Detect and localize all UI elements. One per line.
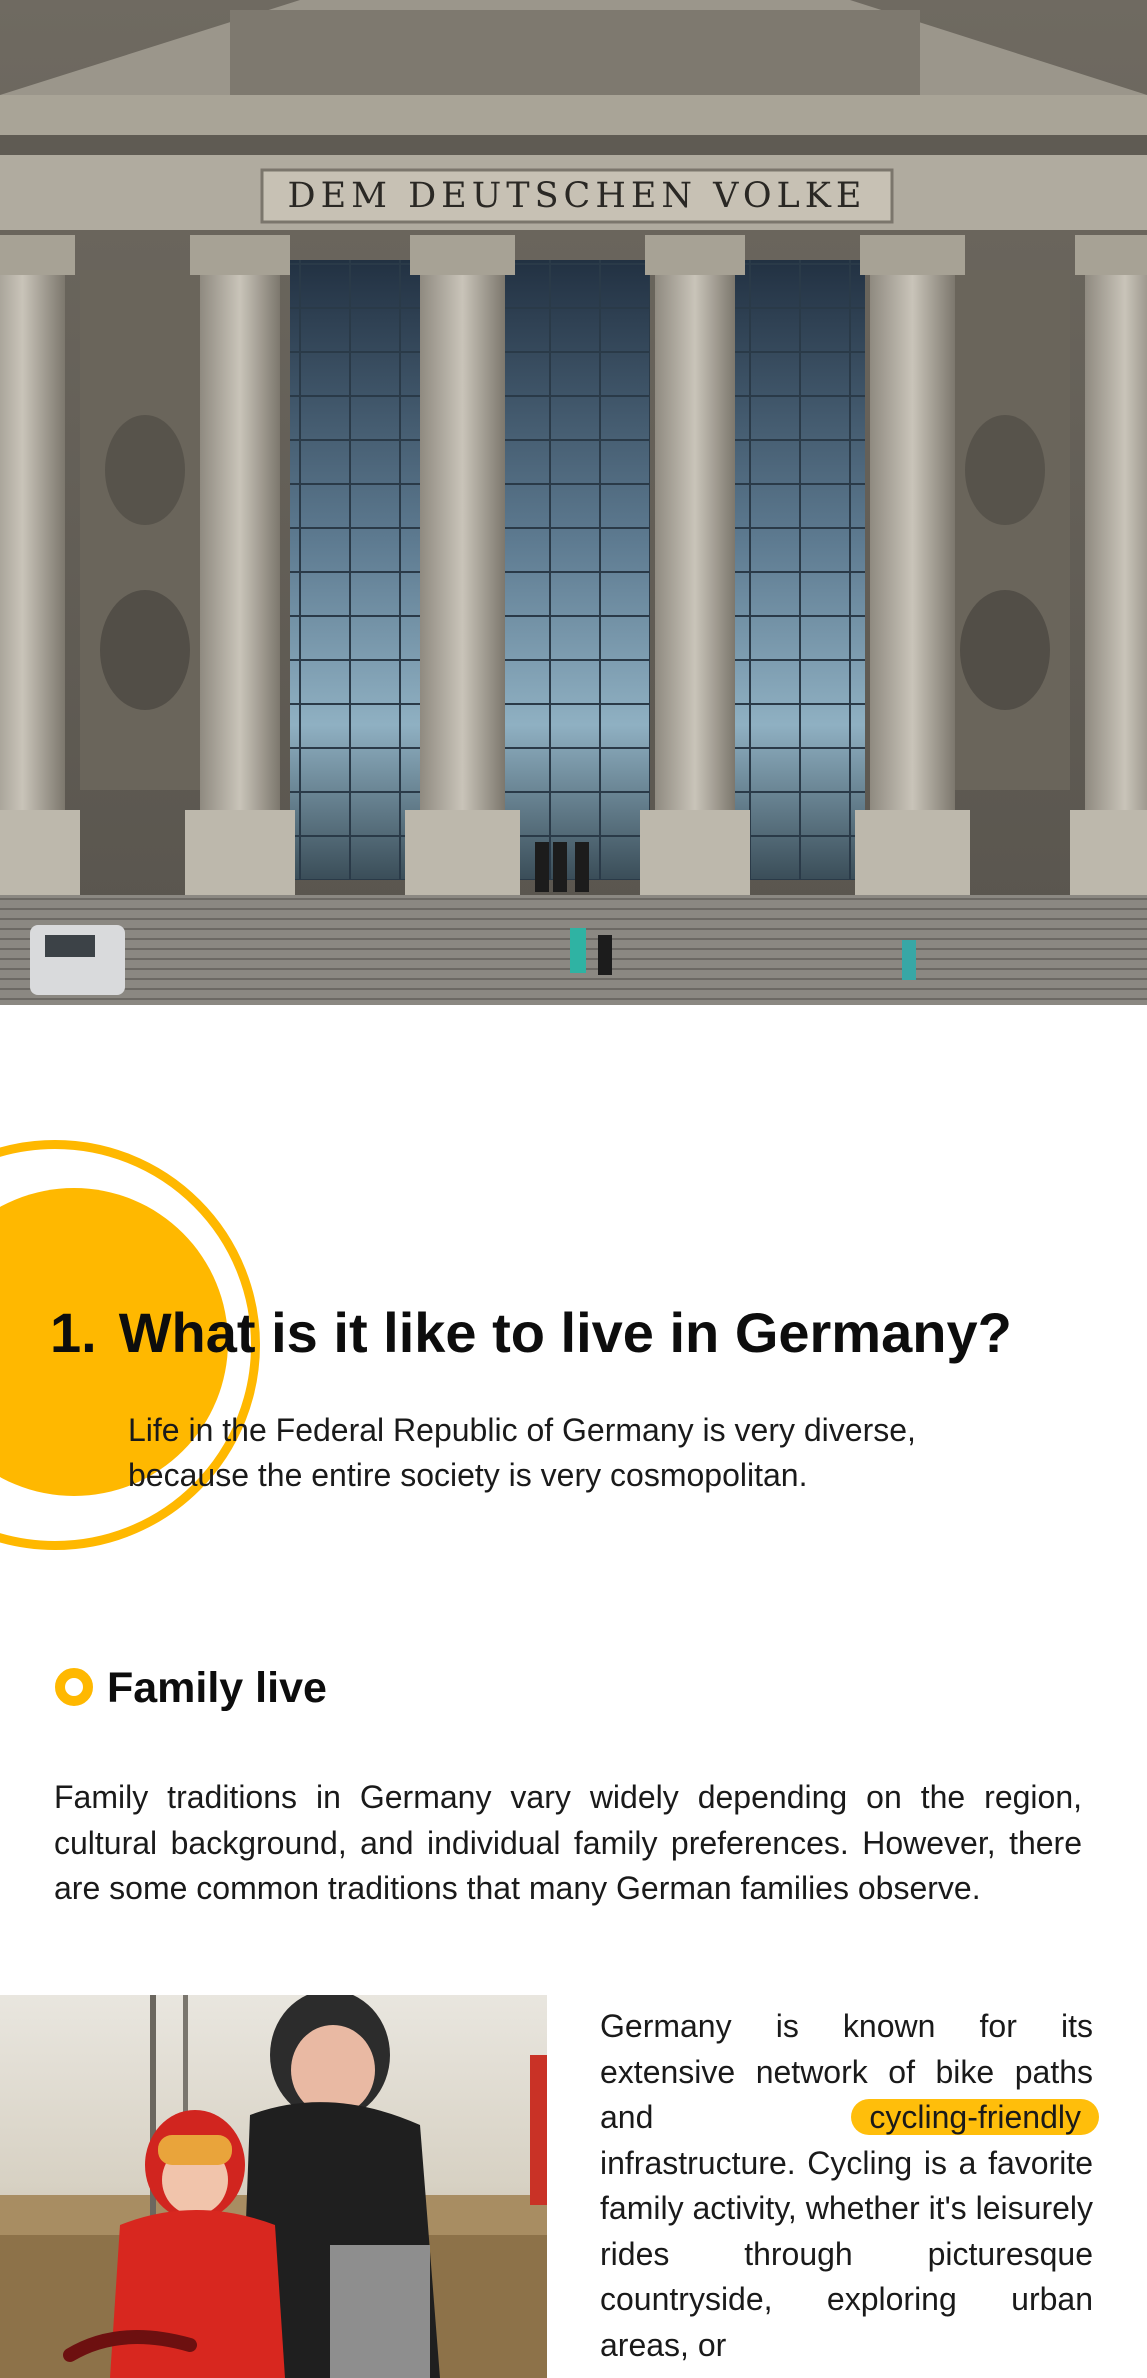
section-lead: Life in the Federal Republic of Germany … — [128, 1412, 916, 1493]
section-title-text: What is it like to live in Germany? — [118, 1301, 1012, 1364]
subsection-paragraph: Family traditions in Germany vary widely… — [54, 1779, 1082, 1906]
subsection-title: Family live — [107, 1664, 327, 1712]
ring-bullet-icon — [55, 1668, 93, 1706]
section-number: 1. — [50, 1301, 97, 1364]
family-cycling-photo — [0, 1995, 547, 2378]
page: Dem Deutschen Volke 1. What is it like to… — [0, 0, 1147, 2378]
highlighted-term: cycling-friendly — [851, 2099, 1099, 2135]
building-inscription: Dem Deutschen Volke — [287, 176, 867, 216]
section-title: 1. What is it like to live in Germany? — [50, 1302, 1120, 1364]
side-text-end: infrastructure. Cycling is a favorite fa… — [600, 2144, 1093, 2363]
hero-image: Dem Deutschen Volke — [0, 0, 1147, 1005]
side-paragraph: Germany is known for its extensive netwo… — [600, 2004, 1099, 2368]
